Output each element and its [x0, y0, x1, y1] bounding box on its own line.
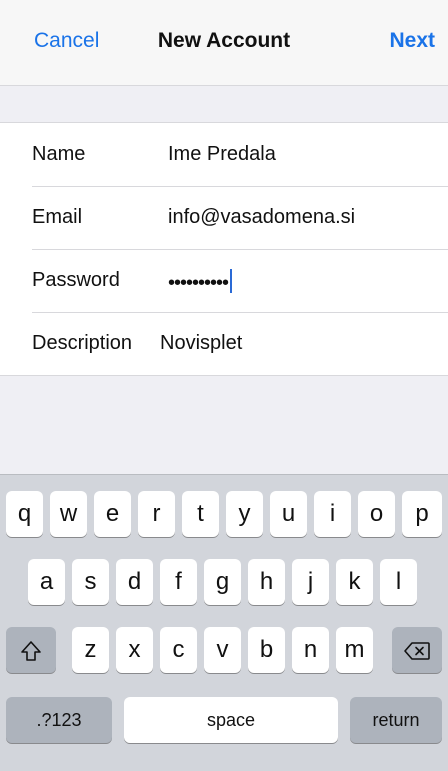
key-o[interactable]: o	[358, 491, 395, 537]
email-label: Email	[32, 206, 83, 228]
key-d[interactable]: d	[116, 559, 153, 605]
password-row[interactable]: Password ••••••••••	[0, 249, 448, 312]
space-key[interactable]: space	[124, 697, 338, 743]
key-j[interactable]: j	[292, 559, 329, 605]
return-key[interactable]: return	[350, 697, 442, 743]
password-field[interactable]: ••••••••••	[168, 269, 233, 295]
key-q[interactable]: q	[6, 491, 43, 537]
name-row[interactable]: Name Ime Predala	[0, 123, 448, 186]
key-e[interactable]: e	[94, 491, 131, 537]
key-f[interactable]: f	[160, 559, 197, 605]
on-screen-keyboard: q w e r t y u i o p a s d f g h j k l z …	[0, 474, 448, 771]
email-field[interactable]: info@vasadomena.si	[168, 206, 355, 229]
text-cursor	[230, 269, 233, 293]
key-l[interactable]: l	[380, 559, 417, 605]
description-row[interactable]: Description Novisplet	[0, 312, 448, 375]
description-label: Description	[32, 332, 133, 354]
key-b[interactable]: b	[248, 627, 285, 673]
numbers-key[interactable]: .?123	[6, 697, 112, 743]
name-field[interactable]: Ime Predala	[168, 143, 276, 166]
key-m[interactable]: m	[336, 627, 373, 673]
key-t[interactable]: t	[182, 491, 219, 537]
key-u[interactable]: u	[270, 491, 307, 537]
key-y[interactable]: y	[226, 491, 263, 537]
key-r[interactable]: r	[138, 491, 175, 537]
key-v[interactable]: v	[204, 627, 241, 673]
key-c[interactable]: c	[160, 627, 197, 673]
key-k[interactable]: k	[336, 559, 373, 605]
name-label: Name	[32, 143, 86, 165]
key-g[interactable]: g	[204, 559, 241, 605]
next-button[interactable]: Next	[389, 29, 435, 53]
key-x[interactable]: x	[116, 627, 153, 673]
password-dots: ••••••••••	[168, 272, 229, 294]
password-label: Password	[32, 269, 120, 291]
key-n[interactable]: n	[292, 627, 329, 673]
account-form: Name Ime Predala Email info@vasadomena.s…	[0, 122, 448, 376]
key-a[interactable]: a	[28, 559, 65, 605]
key-s[interactable]: s	[72, 559, 109, 605]
delete-key[interactable]	[392, 627, 442, 673]
key-h[interactable]: h	[248, 559, 285, 605]
delete-backspace-icon	[404, 641, 430, 660]
page-title: New Account	[157, 29, 291, 52]
key-w[interactable]: w	[50, 491, 87, 537]
key-z[interactable]: z	[72, 627, 109, 673]
email-row[interactable]: Email info@vasadomena.si	[0, 186, 448, 249]
key-p[interactable]: p	[402, 491, 442, 537]
navigation-bar: Cancel New Account Next	[0, 0, 448, 86]
shift-key[interactable]	[6, 627, 56, 673]
shift-arrow-icon	[21, 640, 41, 661]
key-i[interactable]: i	[314, 491, 351, 537]
description-field[interactable]: Novisplet	[160, 332, 242, 355]
